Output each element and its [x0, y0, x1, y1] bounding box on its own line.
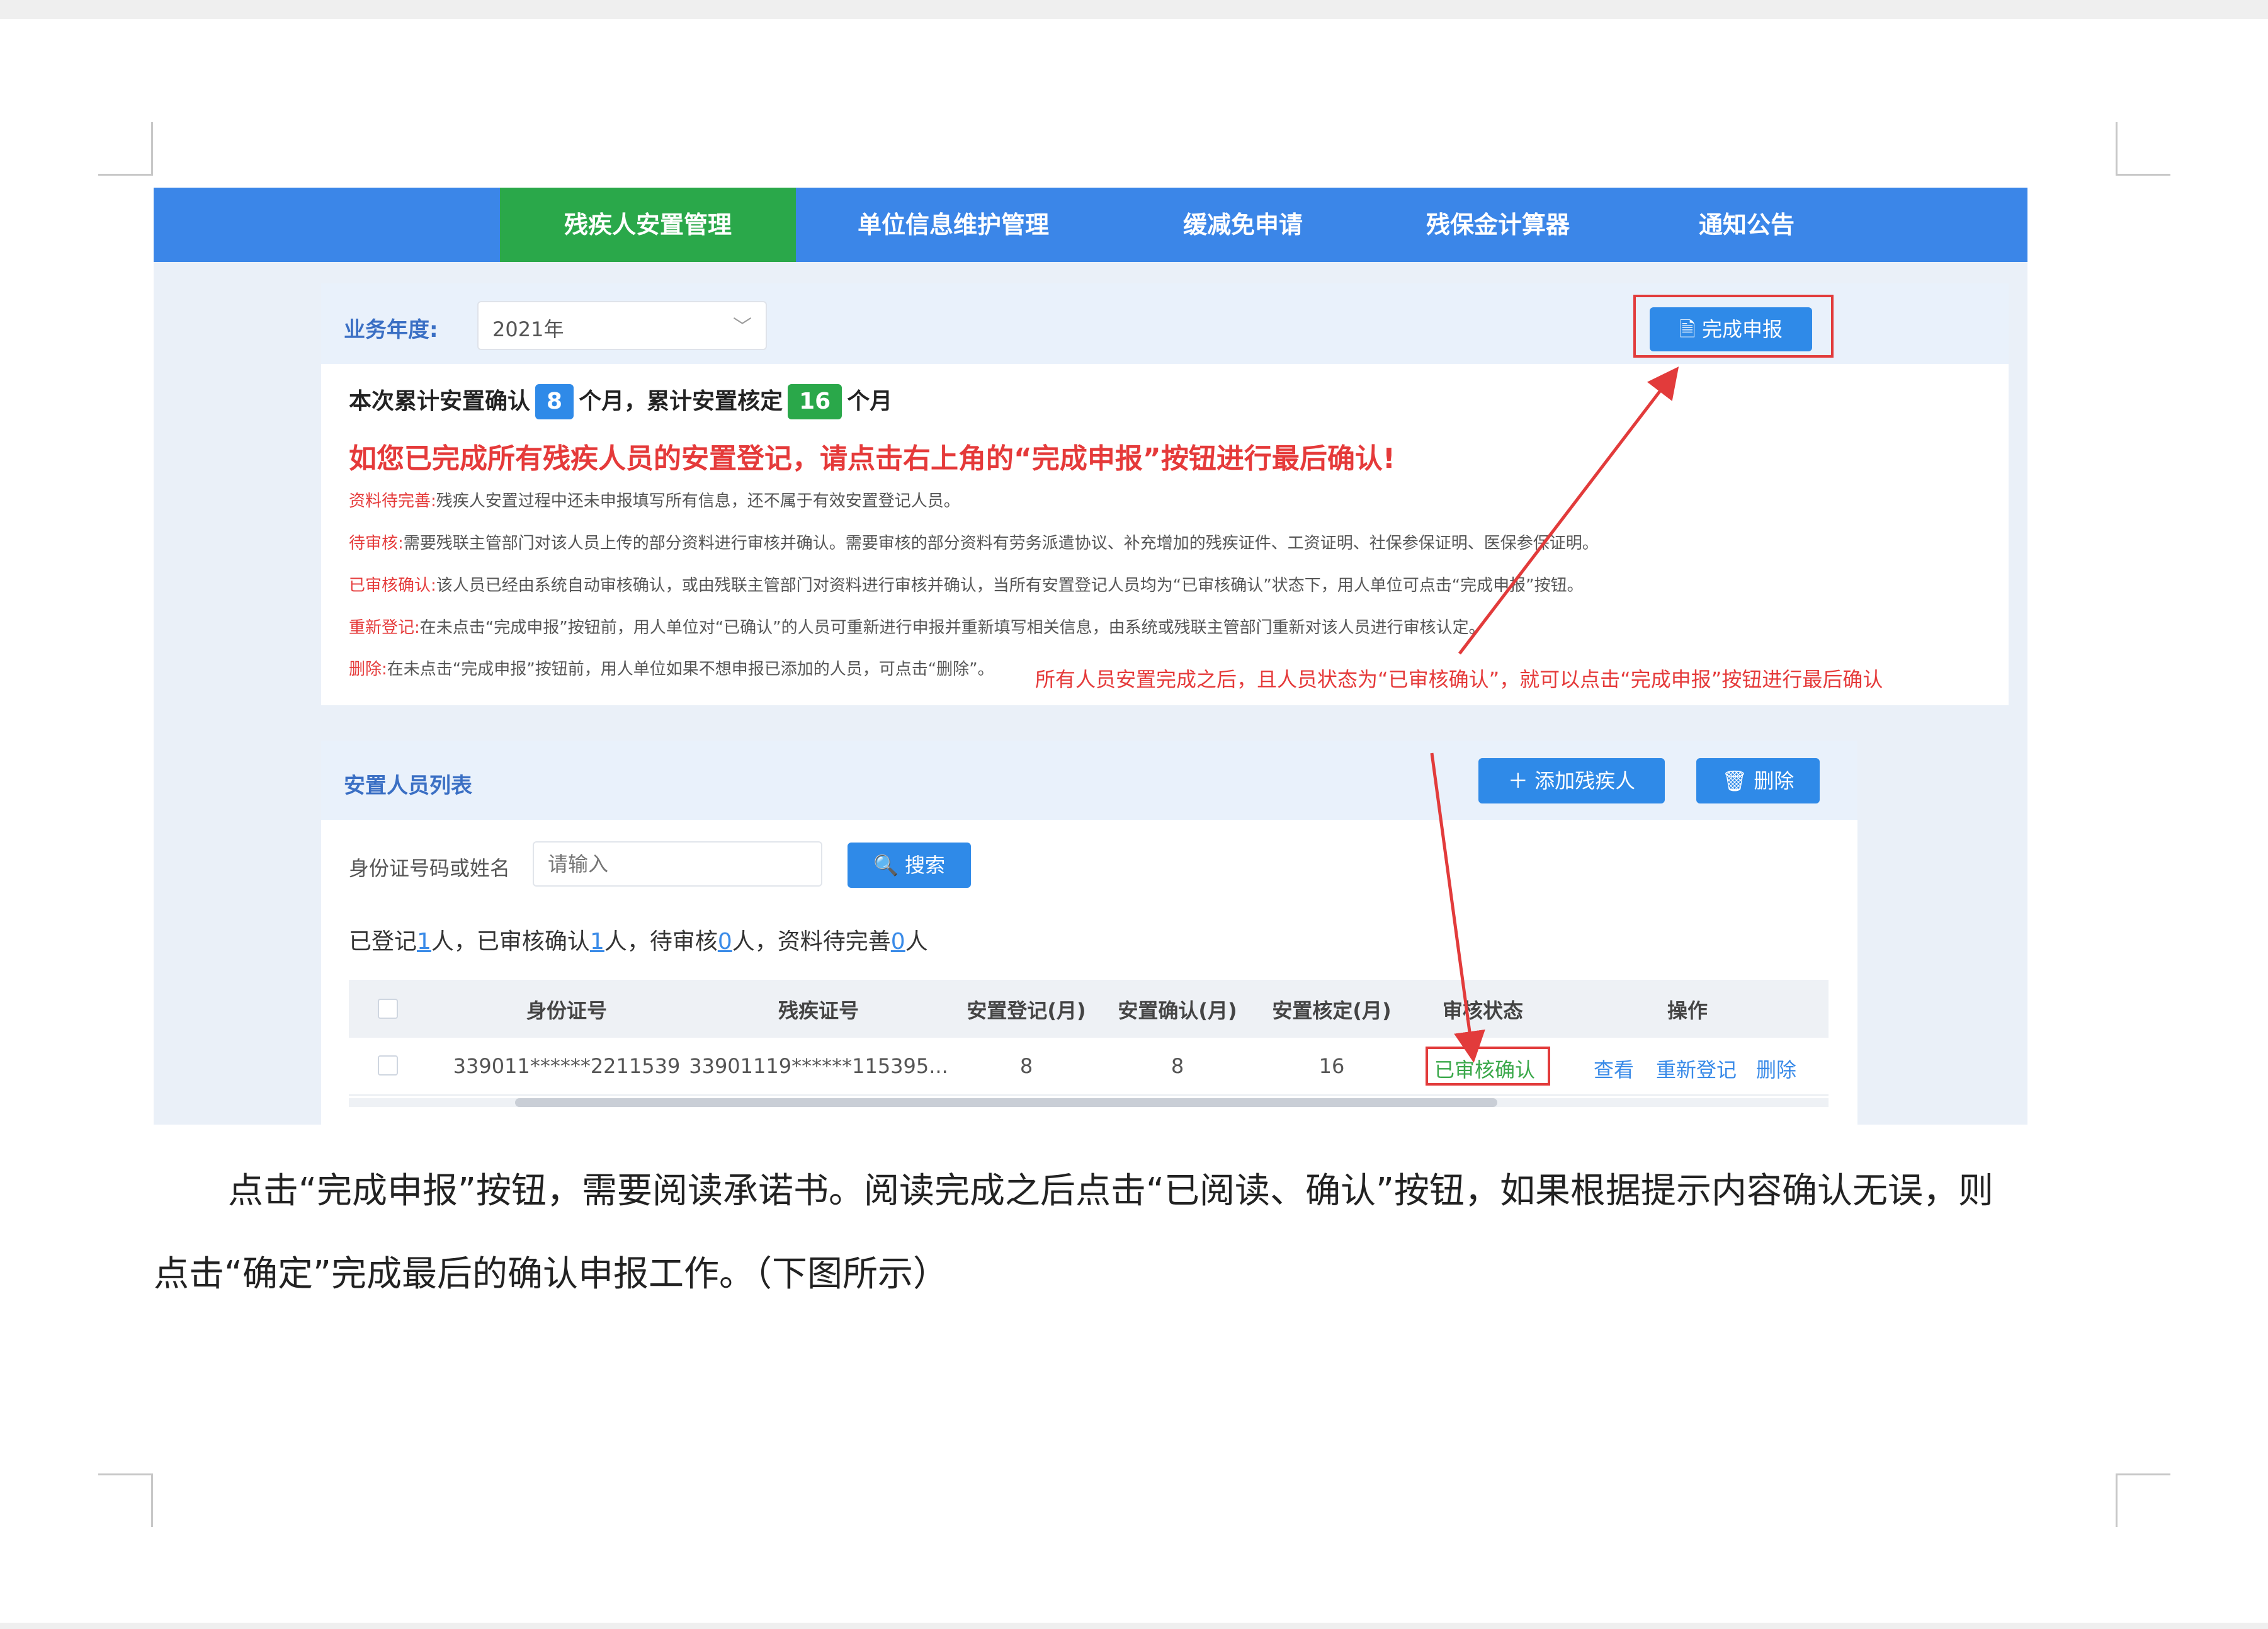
crop-mark-top-right [2116, 122, 2170, 176]
arrow-to-submit [1458, 366, 1679, 655]
annotation-arrows [1430, 366, 1679, 1063]
viewer-bottom-strip [0, 1623, 2268, 1629]
embedded-screenshot: 首页 残疾人安置管理 单位信息维护管理 缓减免申请 残保金计算器 通知公告 业务… [154, 188, 2027, 1125]
crop-mark-top-left [98, 122, 153, 176]
viewer-top-strip [0, 0, 2268, 19]
body-paragraph-line1: 点击“完成申报”按钮，需要阅读承诺书。阅读完成之后点击“已阅读、确认”按钮，如果… [228, 1171, 1994, 1212]
crop-mark-bottom-right [2116, 1473, 2170, 1527]
crop-mark-bottom-left [98, 1473, 153, 1527]
arrow-to-status [1430, 752, 1485, 1063]
body-paragraph-line2: 点击“确定”完成最后的确认申报工作。（下图所示） [154, 1254, 949, 1295]
